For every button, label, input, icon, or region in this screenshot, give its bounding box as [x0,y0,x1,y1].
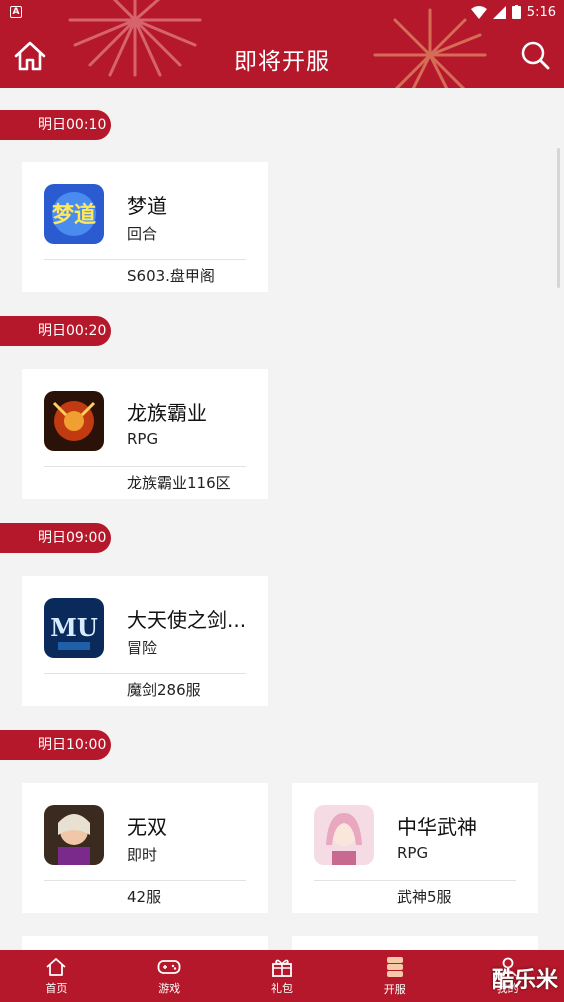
game-genre: 即时 [127,846,158,864]
card-divider [44,259,246,260]
server-name: 魔剑286服 [127,681,201,699]
wushen-game-icon [314,805,374,865]
wifi-icon [470,5,487,19]
game-card[interactable]: 无双 即时 42服 [22,783,268,913]
server-name: 42服 [127,888,162,906]
nav-item-games[interactable]: 游戏 [113,950,226,1002]
nav-label: 开服 [383,982,406,996]
bottom-nav: 首页 游戏 礼包 开服 我的 [0,950,564,1002]
svg-text:梦道: 梦道 [52,202,96,228]
game-genre: 回合 [127,225,158,243]
server-name: 武神5服 [397,888,452,906]
game-card[interactable]: 梦道 梦道 回合 S603.盘甲阁 [22,162,268,292]
game-card[interactable]: 中华武神 RPG 武神5服 [292,783,538,913]
game-card[interactable] [22,936,268,950]
game-card[interactable] [292,936,538,950]
game-genre: RPG [397,844,429,862]
home-icon [46,957,66,976]
nav-item-servers[interactable]: 开服 [338,950,451,1002]
scrollbar[interactable] [557,148,560,288]
server-icon [386,956,403,977]
game-name: 中华武神 [397,815,477,839]
gift-icon [272,959,292,977]
cell-signal-icon [492,5,506,19]
nav-item-gifts[interactable]: 礼包 [226,950,339,1002]
time-tag: 明日09:00 [0,523,111,553]
server-name: S603.盘甲阁 [127,267,215,285]
card-divider [44,673,246,674]
game-name: 无双 [127,815,167,839]
game-card[interactable]: 龙族霸业 RPG 龙族霸业116区 [22,369,268,499]
nav-item-home[interactable]: 首页 [0,950,113,1002]
nav-label: 礼包 [270,981,293,995]
dragon-game-icon [44,391,104,451]
battery-icon [511,5,521,19]
mu-game-icon: MU [44,598,104,658]
gamepad-icon [157,959,181,974]
game-name: 龙族霸业 [127,401,207,425]
watermark: 酷乐米 [491,968,558,993]
search-button[interactable] [520,40,550,70]
card-divider [314,880,516,881]
page-title: 即将开服 [234,49,330,75]
game-card[interactable]: MU 大天使之剑... 冒险 魔剑286服 [22,576,268,706]
nav-label: 游戏 [158,981,181,995]
server-list[interactable]: 明日00:10 梦道 梦道 回合 S603.盘甲阁 明日00:20 龙族霸业 R… [0,88,564,950]
card-divider [44,880,246,881]
server-name: 龙族霸业116区 [127,474,231,492]
notification-a-icon: A [10,6,22,18]
svg-text:MU: MU [50,613,98,642]
mengdao-game-icon: 梦道 [44,184,104,244]
wushuang-game-icon [44,805,104,865]
nav-label: 首页 [45,981,68,995]
game-genre: 冒险 [127,639,158,657]
app-header: A 5:16 即将开服 [0,0,564,88]
status-bar: A 5:16 [0,0,564,24]
game-name: 大天使之剑... [127,608,247,632]
time-tag: 明日00:10 [0,110,111,140]
game-genre: RPG [127,430,159,448]
card-divider [44,466,246,467]
status-time: 5:16 [526,4,556,20]
time-tag: 明日10:00 [0,730,111,760]
time-tag: 明日00:20 [0,316,111,346]
game-name: 梦道 [127,194,167,218]
